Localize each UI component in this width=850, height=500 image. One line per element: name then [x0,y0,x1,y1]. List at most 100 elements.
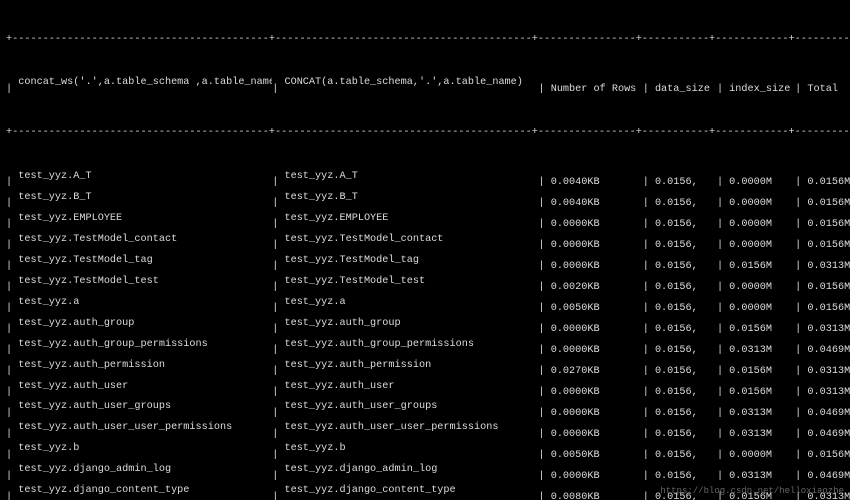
cell-index-size: 0.0000M [729,281,795,295]
cell-concat: test_yyz.auth_group_permissions [284,338,538,352]
cell-concat: test_yyz.TestModel_tag [284,254,538,268]
cell-concat: test_yyz.django_content_type [284,484,538,498]
cell-total: 0.0313M [807,323,850,337]
separator: +---------------------------------------… [6,33,844,47]
cell-total: 0.0156M [807,176,850,190]
table-row: | test_yyz.TestModel_test| test_yyz.Test… [6,275,844,296]
cell-index-size: 0.0000M [729,218,795,232]
cell-concat: test_yyz.auth_permission [284,359,538,373]
cell-rows: 0.0080KB [551,491,643,500]
col-header-total: Total [807,83,850,97]
cell-concat: test_yyz.A_T [284,170,538,184]
cell-data-size: 0.0156, [655,239,717,253]
cell-index-size: 0.0313M [729,470,795,484]
cell-index-size: 0.0000M [729,302,795,316]
cell-concat-ws: test_yyz.TestModel_contact [18,233,272,247]
table-row: | test_yyz.TestModel_tag| test_yyz.TestM… [6,254,844,275]
cell-rows: 0.0000KB [551,239,643,253]
cell-rows: 0.0000KB [551,323,643,337]
col-header-rows: Number of Rows [551,83,643,97]
cell-concat-ws: test_yyz.auth_permission [18,359,272,373]
cell-data-size: 0.0156, [655,197,717,211]
table-header-row: | concat_ws('.',a.table_schema ,a.table_… [6,76,844,97]
cell-index-size: 0.0000M [729,239,795,253]
cell-data-size: 0.0156, [655,365,717,379]
cell-total: 0.0156M [807,449,850,463]
table-row: | test_yyz.django_admin_log| test_yyz.dj… [6,463,844,484]
cell-concat: test_yyz.EMPLOYEE [284,212,538,226]
cell-concat: test_yyz.auth_user_user_permissions [284,421,538,435]
cell-data-size: 0.0156, [655,302,717,316]
cell-concat: test_yyz.B_T [284,191,538,205]
cell-total: 0.0313M [807,386,850,400]
cell-total: 0.0313M [807,260,850,274]
cell-concat: test_yyz.b [284,442,538,456]
table-row: | test_yyz.auth_user_groups| test_yyz.au… [6,400,844,421]
col-header-concat: CONCAT(a.table_schema,'.',a.table_name) [284,76,538,90]
cell-rows: 0.0000KB [551,386,643,400]
cell-total: 0.0156M [807,218,850,232]
cell-data-size: 0.0156, [655,449,717,463]
cell-index-size: 0.0313M [729,344,795,358]
cell-total: 0.0469M [807,344,850,358]
table-row: | test_yyz.b| test_yyz.b| 0.0050KB| 0.01… [6,442,844,463]
cell-rows: 0.0050KB [551,302,643,316]
cell-data-size: 0.0156, [655,281,717,295]
cell-index-size: 0.0313M [729,407,795,421]
cell-data-size: 0.0156, [655,407,717,421]
cell-index-size: 0.0156M [729,323,795,337]
table-row: | test_yyz.A_T| test_yyz.A_T| 0.0040KB| … [6,170,844,191]
cell-concat-ws: test_yyz.auth_user_user_permissions [18,421,272,435]
cell-rows: 0.0040KB [551,176,643,190]
cell-concat: test_yyz.TestModel_contact [284,233,538,247]
table-row: | test_yyz.TestModel_contact| test_yyz.T… [6,233,844,254]
cell-total: 0.0469M [807,470,850,484]
table-row: | test_yyz.EMPLOYEE| test_yyz.EMPLOYEE| … [6,212,844,233]
cell-rows: 0.0020KB [551,281,643,295]
cell-total: 0.0313M [807,365,850,379]
cell-concat-ws: test_yyz.auth_group [18,317,272,331]
cell-concat: test_yyz.auth_user_groups [284,400,538,414]
watermark-url: https://blog.csdn.net/helloxiaozhe [660,485,844,498]
cell-index-size: 0.0313M [729,428,795,442]
separator: +---------------------------------------… [6,126,844,140]
cell-concat-ws: test_yyz.EMPLOYEE [18,212,272,226]
cell-concat-ws: test_yyz.TestModel_test [18,275,272,289]
cell-index-size: 0.0000M [729,176,795,190]
cell-index-size: 0.0156M [729,365,795,379]
table-row: | test_yyz.a| test_yyz.a| 0.0050KB| 0.01… [6,296,844,317]
cell-rows: 0.0000KB [551,470,643,484]
cell-rows: 0.0000KB [551,218,643,232]
col-header-concat-ws: concat_ws('.',a.table_schema ,a.table_na… [18,76,272,90]
table-row: | test_yyz.auth_group| test_yyz.auth_gro… [6,317,844,338]
cell-rows: 0.0000KB [551,428,643,442]
cell-concat-ws: test_yyz.A_T [18,170,272,184]
cell-data-size: 0.0156, [655,176,717,190]
cell-concat-ws: test_yyz.b [18,442,272,456]
table-row: | test_yyz.auth_user| test_yyz.auth_user… [6,380,844,401]
cell-concat: test_yyz.auth_user [284,380,538,394]
cell-concat-ws: test_yyz.B_T [18,191,272,205]
col-header-index-size: index_size [729,83,795,97]
table-row: | test_yyz.B_T| test_yyz.B_T| 0.0040KB| … [6,191,844,212]
cell-concat-ws: test_yyz.auth_user [18,380,272,394]
table-row: | test_yyz.auth_group_permissions| test_… [6,338,844,359]
cell-total: 0.0156M [807,197,850,211]
cell-data-size: 0.0156, [655,323,717,337]
cell-concat-ws: test_yyz.auth_group_permissions [18,338,272,352]
cell-index-size: 0.0156M [729,386,795,400]
cell-rows: 0.0000KB [551,260,643,274]
cell-index-size: 0.0000M [729,197,795,211]
cell-concat-ws: test_yyz.django_content_type [18,484,272,498]
cell-concat: test_yyz.django_admin_log [284,463,538,477]
table-body: | test_yyz.A_T| test_yyz.A_T| 0.0040KB| … [6,170,844,500]
cell-rows: 0.0000KB [551,407,643,421]
cell-total: 0.0156M [807,239,850,253]
cell-concat-ws: test_yyz.django_admin_log [18,463,272,477]
cell-data-size: 0.0156, [655,428,717,442]
cell-concat: test_yyz.TestModel_test [284,275,538,289]
cell-total: 0.0469M [807,407,850,421]
terminal-output: +---------------------------------------… [0,0,850,500]
cell-concat: test_yyz.auth_group [284,317,538,331]
table-row: | test_yyz.auth_user_user_permissions| t… [6,421,844,442]
